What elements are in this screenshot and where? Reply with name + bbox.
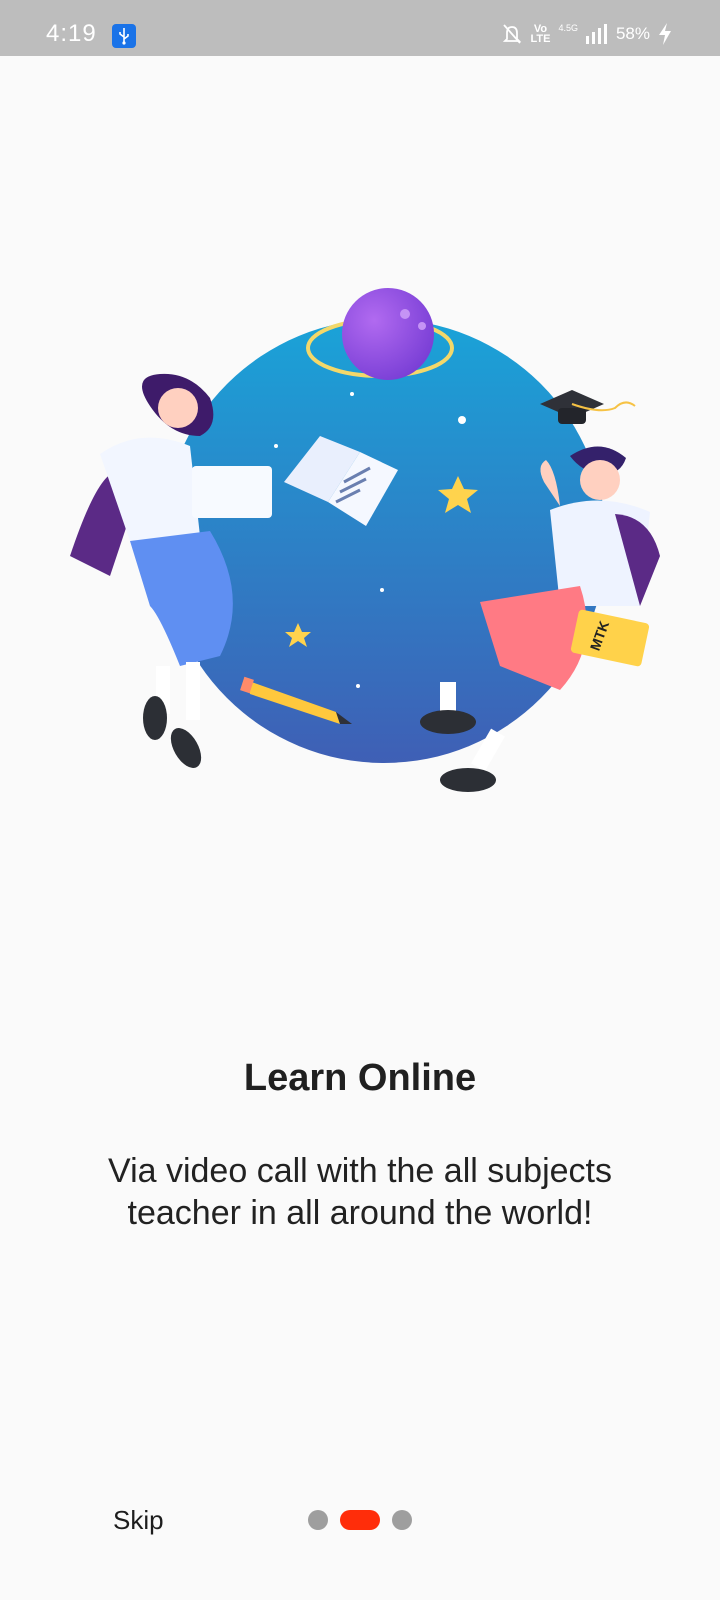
status-time: 4:19 — [46, 20, 97, 47]
usb-icon — [112, 24, 136, 48]
description-line: teacher in all around the world! — [127, 1194, 593, 1232]
page-dot[interactable] — [308, 1510, 328, 1530]
battery-percent: 58% — [615, 24, 650, 43]
onboarding-title: Learn Online — [243, 1057, 477, 1099]
charging-bolt-icon — [659, 23, 671, 45]
onboarding-description: Via video call with the all subjects tea… — [60, 1150, 660, 1234]
status-bar: 4:19 Vo LTE 4.5G 58% — [0, 0, 720, 56]
skip-button[interactable]: Skip — [113, 1505, 164, 1536]
network-type: 4.5G — [558, 23, 578, 33]
page-dot-active[interactable] — [340, 1510, 380, 1530]
globe — [162, 319, 606, 763]
status-icons: Vo LTE 4.5G 58% — [502, 22, 672, 46]
signal-icon — [585, 24, 607, 44]
onboarding-illustration: MTK — [70, 288, 660, 792]
page-indicator — [308, 1510, 412, 1530]
bell-off-icon — [503, 24, 522, 44]
page-dot[interactable] — [392, 1510, 412, 1530]
volte-indicator: Vo LTE — [530, 23, 551, 45]
description-line: Via video call with the all subjects — [108, 1152, 612, 1190]
